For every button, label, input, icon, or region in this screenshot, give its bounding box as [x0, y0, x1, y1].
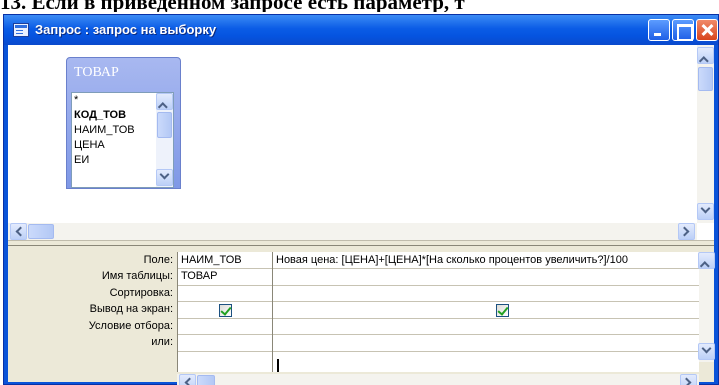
- row-label-sort: Сортировка:: [109, 287, 173, 299]
- maximize-button[interactable]: [672, 19, 694, 41]
- field-list[interactable]: * КОД_ТОВ НАИМ_ТОВ ЦЕНА ЕИ: [71, 92, 174, 188]
- chevron-down-icon[interactable]: [156, 169, 173, 186]
- table-name[interactable]: ТОВАР: [74, 65, 119, 81]
- table-pane-vscroll-thumb[interactable]: [698, 67, 713, 91]
- chevron-up-icon[interactable]: [698, 252, 715, 271]
- grid-hscroll-thumb[interactable]: [197, 375, 215, 385]
- row-label-field: Поле:: [143, 254, 173, 266]
- table-pane-horizontal-scrollbar[interactable]: [8, 223, 697, 240]
- text-caret: [277, 359, 279, 372]
- chevron-up-icon[interactable]: [156, 93, 173, 112]
- row-label-show: Вывод на экран:: [89, 303, 173, 315]
- document-caption: 13. Если в приведенном запросе есть пара…: [0, 0, 465, 12]
- title-bar[interactable]: Запрос : запрос на выборку: [4, 15, 718, 45]
- query-design-window: Запрос : запрос на выборку ТОВАР * КОД_Т…: [3, 14, 719, 385]
- table-pane[interactable]: ТОВАР * КОД_ТОВ НАИМ_ТОВ ЦЕНА ЕИ: [8, 45, 714, 241]
- grid-cell-field-1[interactable]: НАИМ_ТОВ: [181, 254, 271, 266]
- row-label-or: или:: [151, 336, 173, 348]
- field-item-kod-tov[interactable]: КОД_ТОВ: [74, 109, 126, 121]
- field-list-scrollbar[interactable]: [156, 93, 173, 187]
- query-design-grid[interactable]: НАИМ_ТОВ Новая цена: [ЦЕНА]+[ЦЕНА]*[На с…: [177, 252, 700, 372]
- chevron-left-icon[interactable]: [179, 374, 196, 385]
- chevron-right-icon[interactable]: [680, 374, 697, 385]
- pane-splitter[interactable]: [8, 241, 714, 246]
- show-checkbox-2[interactable]: [496, 304, 509, 317]
- field-item-naim-tov[interactable]: НАИМ_ТОВ: [74, 124, 135, 136]
- chevron-right-icon[interactable]: [678, 223, 695, 240]
- close-button[interactable]: [696, 19, 718, 41]
- minimize-button[interactable]: [648, 19, 670, 41]
- window-client-area: ТОВАР * КОД_ТОВ НАИМ_ТОВ ЦЕНА ЕИ Поле: И…: [8, 45, 715, 385]
- field-item-cena[interactable]: ЦЕНА: [74, 139, 105, 151]
- grid-horizontal-scrollbar[interactable]: [177, 374, 699, 385]
- window-title: Запрос : запрос на выборку: [35, 22, 217, 37]
- row-label-table-name: Имя таблицы:: [101, 270, 173, 282]
- table-field-list-window[interactable]: ТОВАР * КОД_ТОВ НАИМ_ТОВ ЦЕНА ЕИ: [66, 57, 181, 189]
- show-checkbox-1[interactable]: [219, 304, 232, 317]
- row-label-criteria: Условие отбора:: [88, 320, 173, 332]
- field-item-ei[interactable]: ЕИ: [74, 154, 89, 166]
- chevron-down-icon[interactable]: [697, 203, 714, 220]
- grid-vertical-scrollbar[interactable]: [698, 252, 715, 362]
- field-item-all[interactable]: *: [74, 94, 78, 106]
- query-window-icon[interactable]: [13, 23, 29, 37]
- chevron-down-icon[interactable]: [698, 343, 715, 360]
- chevron-left-icon[interactable]: [10, 223, 27, 240]
- table-pane-vertical-scrollbar[interactable]: [697, 45, 714, 223]
- chevron-up-icon[interactable]: [697, 47, 714, 66]
- grid-cell-table-1[interactable]: ТОВАР: [181, 270, 271, 282]
- field-list-scroll-thumb[interactable]: [157, 112, 172, 138]
- table-pane-hscroll-thumb[interactable]: [28, 224, 54, 239]
- grid-cell-field-2[interactable]: Новая цена: [ЦЕНА]+[ЦЕНА]*[На сколько пр…: [276, 254, 706, 266]
